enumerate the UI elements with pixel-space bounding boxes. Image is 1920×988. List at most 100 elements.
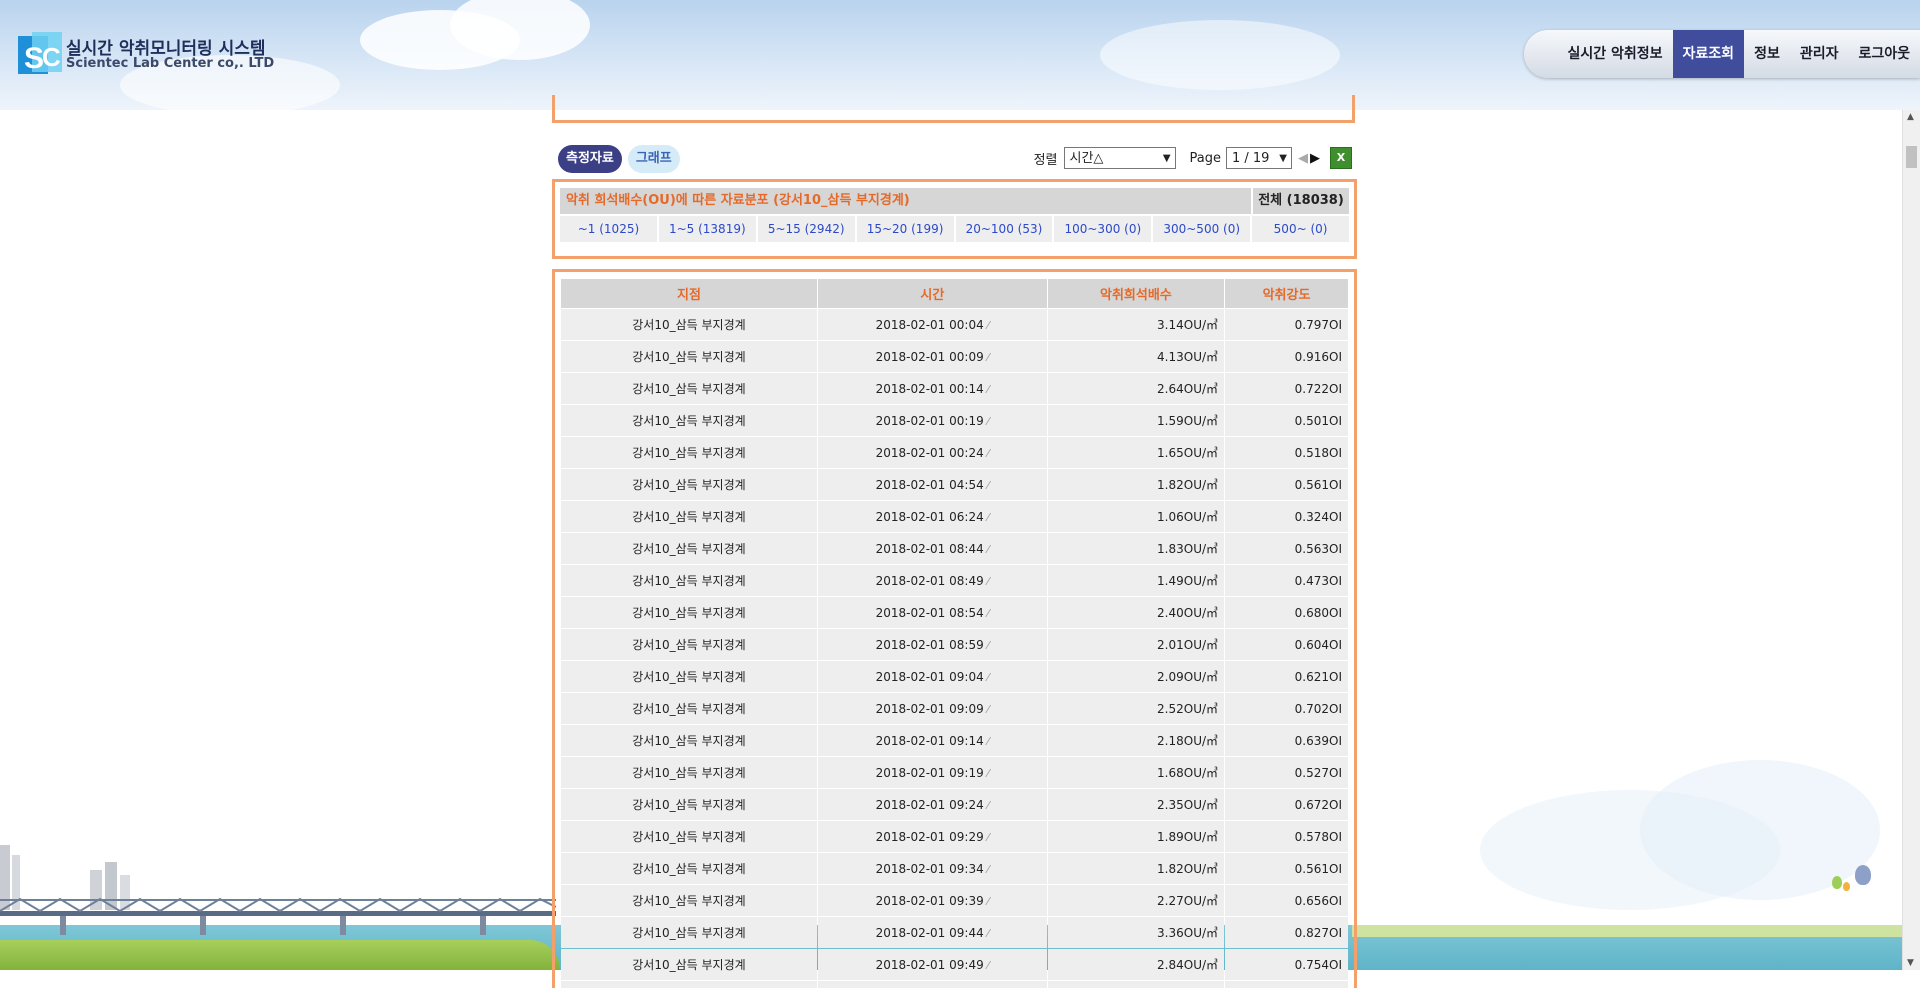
cell-location: 강서10_삼득 부지경계 [561, 789, 817, 820]
edit-mark-icon[interactable]: ⁄ [984, 447, 989, 460]
distribution-bucket[interactable]: 20~100 (53) [955, 216, 1053, 242]
cell-location: 강서10_삼득 부지경계 [561, 405, 817, 436]
excel-icon[interactable]: X [1330, 147, 1352, 169]
cell-dilution: 2.84OU/㎥ [1047, 949, 1225, 980]
cell-time: 2018-02-01 09:39 ⁄ [817, 885, 1047, 916]
cell-intensity-text: 0.578OI [1294, 829, 1342, 844]
distribution-bucket[interactable]: 500~ (0) [1252, 216, 1349, 242]
edit-mark-icon[interactable]: ⁄ [984, 927, 989, 940]
column-header-location[interactable]: 지점 [561, 279, 817, 308]
cell-intensity-text: 0.561OI [1294, 861, 1342, 876]
svg-text:C: C [42, 42, 61, 72]
cloud-decoration [1640, 760, 1880, 900]
cell-dilution: 2.52OU/㎥ [1047, 693, 1225, 724]
table-row: 강서10_삼득 부지경계 2018-02-01 00:19 ⁄ 1.59OU/㎥ 0.… [561, 405, 1348, 436]
edit-mark-icon[interactable]: ⁄ [984, 671, 989, 684]
column-header-dilution[interactable]: 악취희석배수 [1047, 279, 1225, 308]
cell-location: 강서10_삼득 부지경계 [561, 373, 817, 404]
edit-mark-icon[interactable]: ⁄ [984, 543, 989, 556]
edit-mark-icon[interactable]: ⁄ [984, 639, 989, 652]
edit-mark-icon[interactable]: ⁄ [984, 767, 989, 780]
cell-intensity-text: 0.656OI [1294, 893, 1342, 908]
edit-mark-icon[interactable]: ⁄ [984, 735, 989, 748]
table-header-row: 지점 시간 악취희석배수 악취강도 [561, 279, 1348, 308]
next-page-icon[interactable]: ▶ [1310, 151, 1320, 166]
table-row: 강서10_삼득 부지경계 2018-02-01 08:54 ⁄ 2.40OU/㎥ 0.… [561, 597, 1348, 628]
cell-time-text: 2018-02-01 00:04 [875, 317, 984, 332]
nav-realtime-odor[interactable]: 실시간 악취정보 [1557, 30, 1672, 78]
table-row: 강서10_삼득 부지경계 2018-02-01 08:49 ⁄ 1.49OU/㎥ 0.… [561, 565, 1348, 596]
cell-location: 강서10_삼득 부지경계 [561, 917, 817, 948]
distribution-bucket[interactable]: 15~20 (199) [856, 216, 954, 242]
edit-mark-icon[interactable]: ⁄ [984, 479, 989, 492]
distribution-bucket[interactable]: 100~300 (0) [1054, 216, 1152, 242]
cell-time: 2018-02-01 09:14 ⁄ [817, 725, 1047, 756]
cell-intensity-text: 0.754OI [1294, 957, 1342, 972]
edit-mark-icon[interactable]: ⁄ [984, 607, 989, 620]
cell-time-text: 2018-02-01 09:49 [875, 957, 984, 972]
tab-measurement-data[interactable]: 측정자료 [558, 145, 622, 173]
cell-time: 2018-02-01 09:34 ⁄ [817, 853, 1047, 884]
scroll-up-icon[interactable]: ▲ [1907, 112, 1914, 122]
cell-time-text: 2018-02-01 00:09 [875, 349, 984, 364]
nav-info[interactable]: 정보 [1744, 30, 1790, 78]
edit-mark-icon[interactable]: ⁄ [984, 415, 989, 428]
nav-data-query[interactable]: 자료조회 [1672, 30, 1745, 78]
shore-background [1352, 925, 1903, 937]
cell-time: 2018-02-01 08:54 ⁄ [817, 597, 1047, 628]
edit-mark-icon[interactable]: ⁄ [984, 511, 989, 524]
edit-mark-icon[interactable]: ⁄ [984, 863, 989, 876]
sort-select[interactable]: 시간△ ▼ [1063, 147, 1176, 169]
logo-icon[interactable]: S C [18, 32, 62, 76]
page-select-value: 1 / 19 [1232, 151, 1270, 166]
header-bar: S C 실시간 악취모니터링 시스템 Scientec Lab Center c… [0, 0, 1920, 110]
tab-graph[interactable]: 그래프 [627, 145, 680, 173]
cell-intensity-text: 0.621OI [1294, 669, 1342, 684]
column-header-intensity[interactable]: 악취강도 [1225, 279, 1348, 308]
distribution-bucket[interactable]: 1~5 (13819) [658, 216, 756, 242]
distribution-bucket[interactable]: 5~15 (2942) [757, 216, 855, 242]
prev-page-icon[interactable]: ◀ [1298, 151, 1308, 166]
edit-mark-icon[interactable]: ⁄ [984, 383, 989, 396]
cell-location-text: 강서10_삼득 부지경계 [632, 606, 746, 620]
edit-mark-icon[interactable]: ⁄ [984, 895, 989, 908]
cell-intensity: 0.604OI [1225, 629, 1348, 660]
cell-intensity-text: 0.561OI [1294, 477, 1342, 492]
cell-location: 강서10_삼득 부지경계 [561, 597, 817, 628]
scroll-down-icon[interactable]: ▼ [1907, 958, 1914, 968]
cell-intensity-text: 0.639OI [1294, 733, 1342, 748]
cell-time-text: 2018-02-01 09:39 [875, 893, 984, 908]
sort-label: 정렬 [1033, 152, 1058, 168]
cell-dilution-text: 3.36OU/㎥ [1157, 926, 1219, 940]
cell-dilution: 1.68OU/㎥ [1047, 757, 1225, 788]
edit-mark-icon[interactable]: ⁄ [984, 319, 989, 332]
table-row: 강서10_삼득 부지경계 2018-02-01 09:39 ⁄ 2.27OU/㎥ 0.… [561, 885, 1348, 916]
page-select[interactable]: 1 / 19 ▼ [1226, 147, 1292, 169]
cell-intensity-text: 0.501OI [1294, 413, 1342, 428]
distribution-bucket[interactable]: 300~500 (0) [1153, 216, 1251, 242]
edit-mark-icon[interactable]: ⁄ [984, 703, 989, 716]
cell-dilution: 1.89OU/㎥ [1047, 821, 1225, 852]
cell-location-text: 강서10_삼득 부지경계 [632, 574, 746, 588]
edit-mark-icon[interactable]: ⁄ [984, 575, 989, 588]
nav-logout[interactable]: 로그아웃 [1848, 30, 1920, 78]
cell-intensity: 0.639OI [1225, 725, 1348, 756]
page-scrollbar[interactable]: ▲ ▼ [1902, 110, 1920, 970]
distribution-bucket[interactable]: ~1 (1025) [560, 216, 657, 242]
scroll-thumb[interactable] [1906, 146, 1917, 168]
cell-dilution-text: 2.18OU/㎥ [1157, 734, 1219, 748]
edit-mark-icon[interactable]: ⁄ [984, 799, 989, 812]
edit-mark-icon[interactable]: ⁄ [984, 831, 989, 844]
cell-location-text: 강서10_삼득 부지경계 [632, 926, 746, 940]
cell-intensity: 0.656OI [1225, 885, 1348, 916]
cell-dilution: 1.06OU/㎥ [1047, 501, 1225, 532]
cell-location: 강서10_삼득 부지경계 [561, 661, 817, 692]
nav-admin[interactable]: 관리자 [1790, 30, 1849, 78]
bridge-illustration [0, 897, 556, 935]
cell-intensity: 0.722OI [1225, 373, 1348, 404]
edit-mark-icon[interactable]: ⁄ [984, 351, 989, 364]
distribution-buckets: ~1 (1025) 1~5 (13819) 5~15 (2942) 15~20 … [560, 216, 1349, 242]
cell-location-text: 강서10_삼득 부지경계 [632, 350, 746, 364]
column-header-time[interactable]: 시간 [817, 279, 1047, 308]
cell-location-text: 강서10_삼득 부지경계 [632, 446, 746, 460]
